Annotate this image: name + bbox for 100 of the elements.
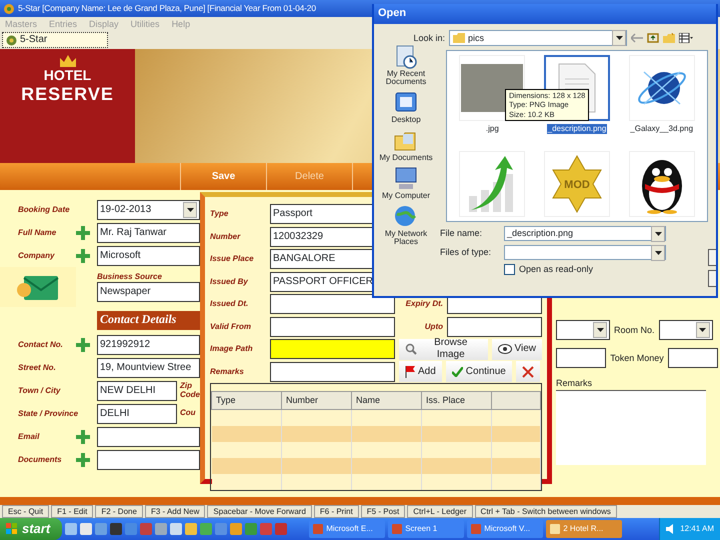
field-label: State / Province — [17, 408, 76, 418]
browse-button[interactable]: Browse Image — [399, 338, 488, 360]
field-label: Upto — [424, 322, 443, 332]
field-label: Cou — [180, 409, 197, 418]
status-item: Esc - Quit — [2, 505, 50, 518]
eye-icon — [498, 344, 512, 354]
view-button[interactable]: View — [492, 338, 542, 360]
dropdown[interactable] — [556, 320, 610, 340]
read-only-checkbox[interactable]: Open as read-only — [504, 264, 594, 275]
views-icon[interactable] — [679, 33, 693, 43]
quick-launch-icon[interactable] — [230, 523, 242, 535]
field-label: Valid From — [210, 322, 252, 332]
taskbar-button[interactable]: Microsoft E... — [309, 520, 386, 538]
places-item[interactable]: My Recent Documents — [374, 44, 438, 86]
date-dropdown[interactable]: 19-02-2013 — [97, 200, 200, 220]
quick-launch-icon[interactable] — [95, 523, 108, 535]
section-heading: Contact Details — [97, 310, 200, 330]
status-item: Spacebar - Move Forward — [207, 505, 312, 518]
field-label: Issued Dt. — [210, 299, 250, 310]
text-field[interactable] — [97, 426, 200, 446]
logo-text: RESERVE — [21, 84, 114, 106]
plus-icon[interactable] — [76, 248, 90, 262]
text-field[interactable] — [97, 450, 200, 470]
taskbar-button[interactable]: Microsoft V... — [467, 520, 544, 538]
caret-icon — [616, 36, 622, 40]
close-icon — [522, 366, 534, 378]
text-field[interactable]: NEW DELHI — [97, 380, 177, 400]
look-in-dropdown[interactable]: pics — [449, 30, 627, 46]
field-label: Image Path — [210, 344, 254, 354]
plus-icon[interactable] — [76, 338, 90, 352]
crown-icon — [60, 55, 76, 67]
field-label: Number — [210, 232, 242, 242]
window-icon — [550, 524, 560, 534]
windows-logo-icon — [6, 523, 18, 535]
taskbar-button[interactable]: Screen 1 — [388, 520, 464, 538]
tab-label[interactable]: 5-Star — [20, 34, 48, 46]
field-label: Issue Place — [210, 254, 255, 264]
text-field[interactable] — [668, 348, 718, 368]
field-label: Expiry Dt. — [404, 299, 443, 310]
field-label: Street No. — [17, 362, 57, 372]
plus-icon[interactable] — [76, 226, 90, 240]
tab[interactable]: 5-Star — [2, 32, 108, 48]
text-field[interactable]: DELHI — [97, 404, 177, 424]
file-name-field[interactable]: _description.png — [504, 226, 666, 241]
field-label: Business Source — [97, 272, 163, 282]
dialog-button[interactable] — [708, 270, 716, 287]
dialog-button[interactable] — [708, 249, 716, 266]
text-field[interactable]: 921992912 — [97, 334, 200, 354]
file-name[interactable]: .jpg — [484, 124, 500, 134]
caret-icon — [699, 328, 706, 332]
flag-icon — [405, 366, 415, 378]
field-label: Email — [17, 432, 40, 442]
text-field[interactable]: 19, Mountview Stree — [97, 358, 200, 378]
file-name[interactable]: _Galaxy__3d.png — [629, 124, 694, 134]
quick-launch-icon[interactable] — [155, 523, 168, 535]
field-label: Files of type: — [440, 247, 492, 258]
quick-launch-icon[interactable] — [65, 523, 78, 535]
places-item[interactable]: My Computer — [382, 166, 430, 200]
status-item: Ctrl + Tab - Switch between windows — [474, 505, 617, 518]
dropdown[interactable] — [658, 320, 713, 340]
text-field[interactable] — [447, 316, 542, 337]
places-item[interactable]: My Documents — [379, 128, 433, 162]
file-type-dropdown[interactable] — [504, 245, 666, 260]
quick-launch-icon[interactable] — [80, 523, 92, 535]
text-field[interactable] — [556, 348, 606, 368]
text-field[interactable] — [270, 294, 395, 314]
plus-icon[interactable] — [76, 430, 90, 444]
text-field[interactable] — [270, 362, 395, 382]
column-header: Name — [352, 392, 422, 410]
logo-text: HOTEL — [44, 67, 92, 84]
window-icon — [313, 524, 324, 534]
quick-launch-icon[interactable] — [170, 523, 182, 535]
up-folder-icon[interactable] — [647, 33, 659, 43]
caret-icon — [654, 250, 662, 254]
quick-launch-icon[interactable] — [110, 523, 122, 535]
places-item[interactable]: My Network Places — [374, 204, 438, 246]
quick-launch-icon[interactable] — [185, 523, 198, 535]
check-icon — [452, 366, 463, 377]
window-title: 5-Star [Company Name: Lee de Grand Plaza, Pune] [Financial Year From 01-04-20 — [18, 3, 316, 14]
text-field[interactable] — [270, 316, 395, 337]
column-header: Iss. Place — [422, 392, 492, 410]
magnifier-icon — [405, 343, 417, 356]
file-name[interactable]: _description.png — [546, 124, 608, 134]
field-label: File name: — [440, 228, 484, 239]
back-icon[interactable] — [631, 33, 643, 43]
text-field[interactable]: Microsoft — [97, 246, 200, 266]
text-field[interactable]: Mr. Raj Tanwar — [97, 222, 200, 242]
caret-icon — [596, 328, 604, 332]
add-button[interactable]: Add — [399, 361, 442, 382]
continue-button[interactable]: Continue — [446, 361, 512, 382]
text-field[interactable] — [270, 339, 395, 360]
field-label: Town / City — [17, 386, 62, 396]
places-item[interactable]: Desktop — [391, 90, 421, 124]
field-label: Issued By — [210, 276, 249, 287]
status-item: F2 - Done — [95, 505, 143, 518]
quick-launch-icon[interactable] — [200, 523, 212, 535]
remarks-field[interactable] — [556, 390, 706, 465]
plus-icon[interactable] — [76, 452, 90, 466]
text-field[interactable]: Newspaper — [97, 282, 200, 302]
close-button[interactable] — [516, 361, 540, 382]
